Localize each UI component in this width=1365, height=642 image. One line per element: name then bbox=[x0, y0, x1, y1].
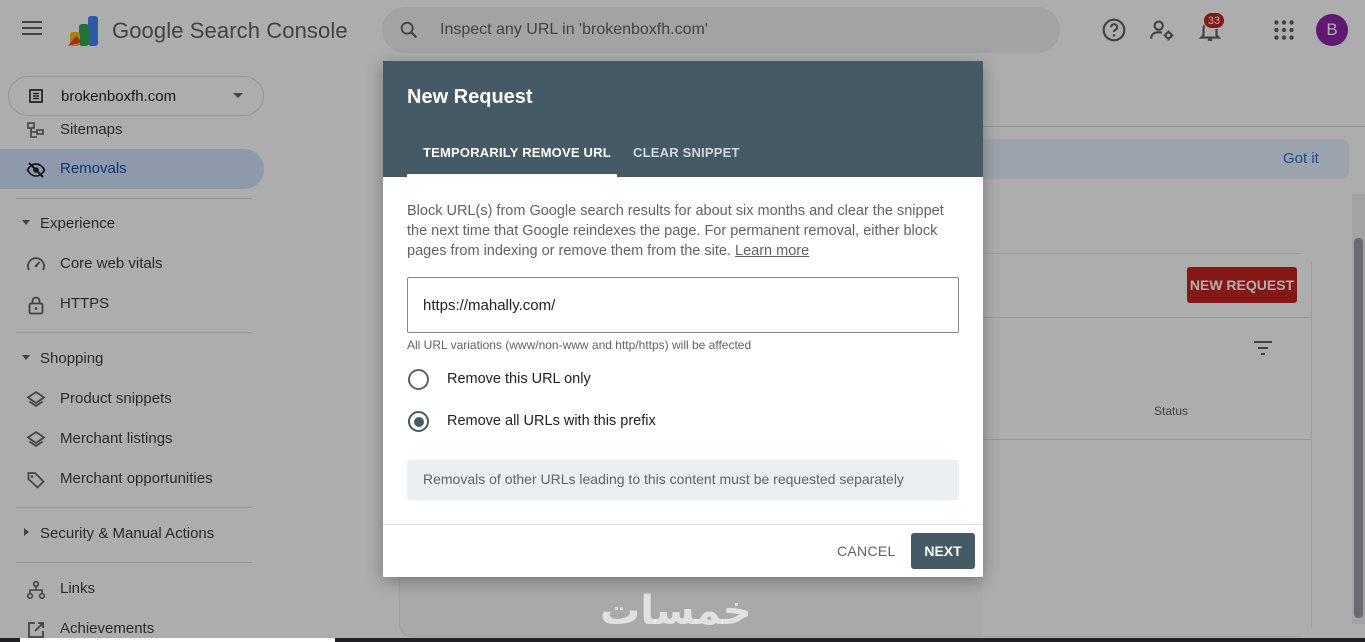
url-input[interactable] bbox=[407, 277, 959, 333]
next-button[interactable]: NEXT bbox=[911, 533, 975, 569]
watermark: خمسات bbox=[600, 588, 752, 634]
radio-label[interactable]: Remove this URL only bbox=[447, 371, 591, 387]
info-note: Removals of other URLs leading to this c… bbox=[407, 460, 959, 500]
radio-remove-prefix[interactable] bbox=[408, 411, 429, 432]
info-note-text: Removals of other URLs leading to this c… bbox=[423, 471, 904, 487]
tab-temporarily-remove-url[interactable]: TEMPORARILY REMOVE URL bbox=[423, 145, 611, 160]
bottom-strip-highlight bbox=[20, 638, 335, 642]
dialog-description: Block URL(s) from Google search results … bbox=[407, 201, 959, 261]
tab-clear-snippet[interactable]: CLEAR SNIPPET bbox=[633, 145, 740, 160]
cancel-button[interactable]: CANCEL bbox=[837, 543, 896, 559]
new-request-dialog: New Request TEMPORARILY REMOVE URL CLEAR… bbox=[383, 61, 983, 577]
learn-more-link[interactable]: Learn more bbox=[735, 243, 809, 259]
description-text: Block URL(s) from Google search results … bbox=[407, 203, 944, 259]
dialog-footer-divider bbox=[383, 524, 983, 525]
bottom-strip bbox=[0, 638, 1365, 642]
url-hint: All URL variations (www/non-www and http… bbox=[407, 338, 752, 352]
radio-remove-url-only[interactable] bbox=[408, 369, 429, 390]
radio-label[interactable]: Remove all URLs with this prefix bbox=[447, 413, 656, 429]
dialog-header: New Request TEMPORARILY REMOVE URL CLEAR… bbox=[383, 61, 983, 177]
active-tab-indicator bbox=[407, 174, 617, 177]
dialog-title: New Request bbox=[407, 86, 533, 108]
